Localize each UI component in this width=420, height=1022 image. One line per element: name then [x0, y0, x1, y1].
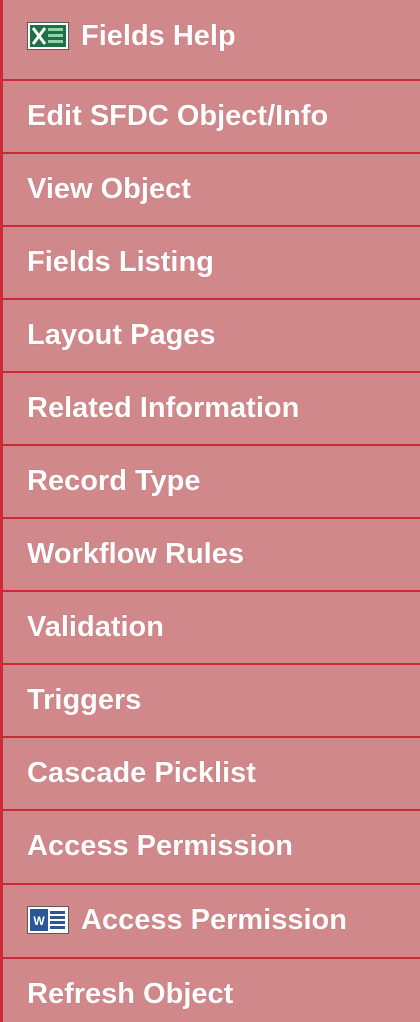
menu-item-refresh-object[interactable]: Refresh Object	[3, 957, 420, 1022]
menu-item-label: View Object	[27, 172, 191, 205]
menu-item-validation[interactable]: Validation	[3, 590, 420, 662]
menu-item-view-object[interactable]: View Object	[3, 152, 420, 224]
word-icon: W	[27, 906, 69, 934]
menu-item-label: Related Information	[27, 391, 300, 424]
menu-item-label: Cascade Picklist	[27, 756, 256, 789]
menu-item-access-permission[interactable]: Access Permission	[3, 809, 420, 881]
object-menu: Fields Help Edit SFDC Object/Info View O…	[0, 0, 420, 1022]
menu-item-record-type[interactable]: Record Type	[3, 444, 420, 516]
excel-icon	[27, 22, 69, 50]
menu-item-label: Refresh Object	[27, 977, 234, 1010]
menu-item-label: Fields Listing	[27, 245, 214, 278]
menu-item-label: Workflow Rules	[27, 537, 244, 570]
menu-item-cascade-picklist[interactable]: Cascade Picklist	[3, 736, 420, 808]
menu-item-label: Access Permission	[81, 903, 347, 936]
menu-item-fields-listing[interactable]: Fields Listing	[3, 225, 420, 297]
menu-item-label: Edit SFDC Object/Info	[27, 99, 329, 132]
menu-item-related-information[interactable]: Related Information	[3, 371, 420, 443]
menu-item-label: Validation	[27, 610, 164, 643]
menu-item-label: Access Permission	[27, 829, 293, 862]
svg-text:W: W	[33, 914, 45, 928]
menu-item-access-permission-word[interactable]: W Access Permission	[3, 883, 420, 955]
menu-item-label: Layout Pages	[27, 318, 216, 351]
menu-item-fields-help[interactable]: Fields Help	[3, 0, 420, 72]
menu-item-label: Record Type	[27, 464, 201, 497]
menu-item-label: Triggers	[27, 683, 142, 716]
menu-item-workflow-rules[interactable]: Workflow Rules	[3, 517, 420, 589]
menu-item-edit-sfdc-object-info[interactable]: Edit SFDC Object/Info	[3, 79, 420, 151]
menu-item-layout-pages[interactable]: Layout Pages	[3, 298, 420, 370]
menu-item-label: Fields Help	[81, 19, 236, 52]
menu-item-triggers[interactable]: Triggers	[3, 663, 420, 735]
